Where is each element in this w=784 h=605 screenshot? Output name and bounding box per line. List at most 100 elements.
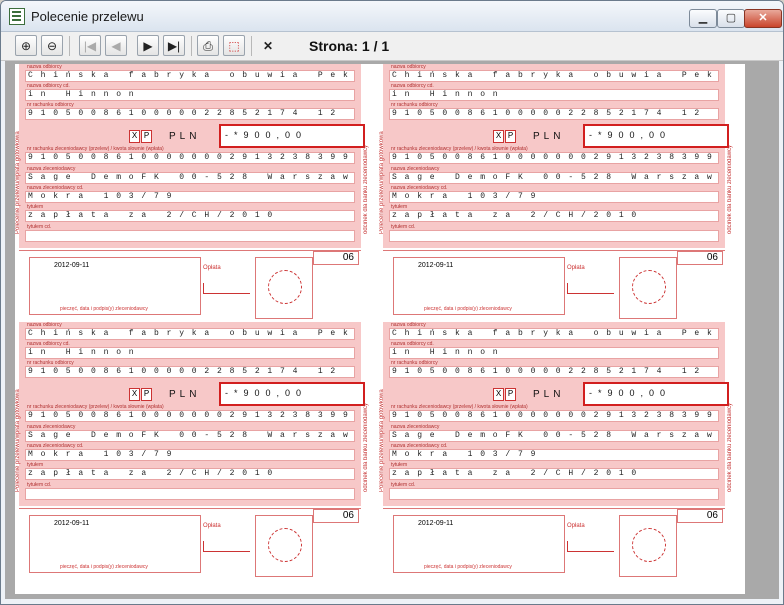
amount-box: -*900,00 (583, 124, 729, 148)
sender-name-field: Sage DemoFK 00-528 Warszawa (25, 430, 355, 442)
title-cont-field (389, 230, 719, 242)
fee-field (567, 283, 614, 294)
copy-number: 06 (313, 251, 359, 265)
last-page-icon[interactable]: ▶| (163, 35, 185, 56)
title-field: zapłata za 2/CH/2010 (389, 468, 719, 480)
side-label-right: odcinek dla banku zleceniodawcy (363, 144, 369, 234)
close-window-button[interactable]: ✕ (744, 9, 782, 28)
form-bottom: 06 2012-09-11 pieczęć, data i podpis(y) … (383, 250, 725, 321)
form-bottom: 06 2012-09-11 pieczęć, data i podpis(y) … (19, 250, 361, 321)
date-box: 2012-09-11 pieczęć, data i podpis(y) zle… (393, 515, 565, 573)
sender-street-field: Mokra 103/79 (389, 449, 719, 461)
checkbox-p: P (141, 130, 152, 143)
footer-label: pieczęć, data i podpis(y) zleceniodawcy (424, 564, 512, 570)
checkbox-x: X (493, 130, 504, 143)
sender-account-field: 91050086100000002913238399 (389, 152, 719, 164)
title-field: zapłata za 2/CH/2010 (25, 468, 355, 480)
amount-field: -*900,00 (225, 388, 308, 398)
recipient-account-field: 9105008610000022852174 12 (389, 108, 719, 120)
form-sheet: nazwa odbiorcy Chińska fabryka obuwia Pe… (19, 322, 365, 506)
date-value: 2012-09-11 (54, 520, 90, 527)
checkbox-x: X (493, 388, 504, 401)
recipient-name-field: Chińska fabryka obuwia Pek (25, 70, 355, 82)
fee-label: Opłata (203, 523, 221, 529)
recipient-name-field: Chińska fabryka obuwia Pek (389, 328, 719, 340)
currency-field: PLN (169, 131, 201, 142)
currency-field: PLN (169, 389, 201, 400)
date-box: 2012-09-11 pieczęć, data i podpis(y) zle… (29, 515, 201, 573)
separator (251, 36, 252, 56)
sender-street-field: Mokra 103/79 (389, 191, 719, 203)
sender-account-field: 91050086100000002913238399 (25, 152, 355, 164)
sender-street-field: Mokra 103/79 (25, 449, 355, 461)
side-label-left: Polecenie przelewu/wpłata gotówkowa (379, 389, 385, 492)
date-value: 2012-09-11 (418, 520, 454, 527)
stamp-circle-icon (632, 528, 666, 562)
maximize-button[interactable]: ▢ (717, 9, 745, 28)
close-icon[interactable]: ✕ (257, 35, 279, 56)
footer-label: pieczęć, data i podpis(y) zleceniodawcy (60, 306, 148, 312)
date-value: 2012-09-11 (54, 262, 90, 269)
title-bar: Polecenie przelewu ▁ ▢ ✕ (1, 1, 783, 32)
side-label-right: odcinek dla banku zleceniodawcy (727, 402, 733, 492)
stamp-circle-icon (632, 270, 666, 304)
sender-account-field: 91050086100000002913238399 (389, 410, 719, 422)
recipient-city-field: in Hinnon (389, 89, 719, 101)
next-page-icon[interactable]: ▶ (137, 35, 159, 56)
recipient-city-field: in Hinnon (25, 347, 355, 359)
copy-number: 06 (677, 251, 723, 265)
form-bottom: 06 2012-09-11 pieczęć, data i podpis(y) … (19, 508, 361, 579)
currency-field: PLN (533, 131, 565, 142)
footer-label: pieczęć, data i podpis(y) zleceniodawcy (424, 306, 512, 312)
checkbox-x: X (129, 130, 140, 143)
stamp-circle-icon (268, 528, 302, 562)
recipient-city-field: in Hinnon (389, 347, 719, 359)
fee-field (203, 283, 250, 294)
form-sheet: nazwa odbiorcy Chińska fabryka obuwia Pe… (19, 64, 365, 248)
bank-stamp (619, 257, 677, 319)
transfer-form: nazwa odbiorcy Chińska fabryka obuwia Pe… (379, 322, 739, 580)
first-page-icon[interactable]: |◀ (79, 35, 101, 56)
transfer-form: nazwa odbiorcy Chińska fabryka obuwia Pe… (379, 64, 739, 322)
sender-name-field: Sage DemoFK 00-528 Warszawa (25, 172, 355, 184)
title-field: zapłata za 2/CH/2010 (25, 210, 355, 222)
app-window: Polecenie przelewu ▁ ▢ ✕ ⊕ ⊖ |◀ ◀ ▶ ▶| ⎙… (0, 0, 784, 605)
window-title: Polecenie przelewu (31, 9, 144, 24)
footer-label: pieczęć, data i podpis(y) zleceniodawcy (60, 564, 148, 570)
sender-account-field: 91050086100000002913238399 (25, 410, 355, 422)
transfer-form: nazwa odbiorcy Chińska fabryka obuwia Pe… (15, 322, 375, 580)
separator (69, 36, 70, 56)
form-sheet: nazwa odbiorcy Chińska fabryka obuwia Pe… (383, 322, 729, 506)
side-label-left: Polecenie przelewu/wpłata gotówkowa (379, 131, 385, 234)
amount-box: -*900,00 (583, 382, 729, 406)
prev-page-icon[interactable]: ◀ (105, 35, 127, 56)
separator (191, 36, 192, 56)
bank-stamp (255, 515, 313, 577)
amount-box: -*900,00 (219, 382, 365, 406)
document-page: nazwa odbiorcy Chińska fabryka obuwia Pe… (15, 64, 745, 594)
document-viewer[interactable]: nazwa odbiorcy Chińska fabryka obuwia Pe… (5, 61, 779, 599)
fee-label: Opłata (567, 265, 585, 271)
zoom-out-icon[interactable]: ⊖ (41, 35, 63, 56)
sender-name-field: Sage DemoFK 00-528 Warszawa (389, 172, 719, 184)
recipient-account-field: 9105008610000022852174 12 (389, 366, 719, 378)
date-value: 2012-09-11 (418, 262, 454, 269)
page-indicator: Strona: 1 / 1 (309, 38, 390, 54)
zoom-in-icon[interactable]: ⊕ (15, 35, 37, 56)
pdf-export-icon[interactable]: ⬚ (223, 35, 245, 56)
fee-field (567, 541, 614, 552)
checkbox-p: P (505, 130, 516, 143)
print-icon[interactable]: ⎙ (197, 35, 219, 56)
copy-number: 06 (677, 509, 723, 523)
recipient-account-field: 9105008610000022852174 12 (25, 366, 355, 378)
minimize-button[interactable]: ▁ (689, 9, 717, 28)
bank-stamp (619, 515, 677, 577)
transfer-form: nazwa odbiorcy Chińska fabryka obuwia Pe… (15, 64, 375, 322)
title-cont-field (25, 488, 355, 500)
date-box: 2012-09-11 pieczęć, data i podpis(y) zle… (393, 257, 565, 315)
toolbar: ⊕ ⊖ |◀ ◀ ▶ ▶| ⎙ ⬚ ✕ (1, 32, 783, 61)
recipient-name-field: Chińska fabryka obuwia Pek (25, 328, 355, 340)
amount-field: -*900,00 (225, 130, 308, 140)
app-document-icon (9, 8, 25, 25)
amount-field: -*900,00 (589, 130, 672, 140)
